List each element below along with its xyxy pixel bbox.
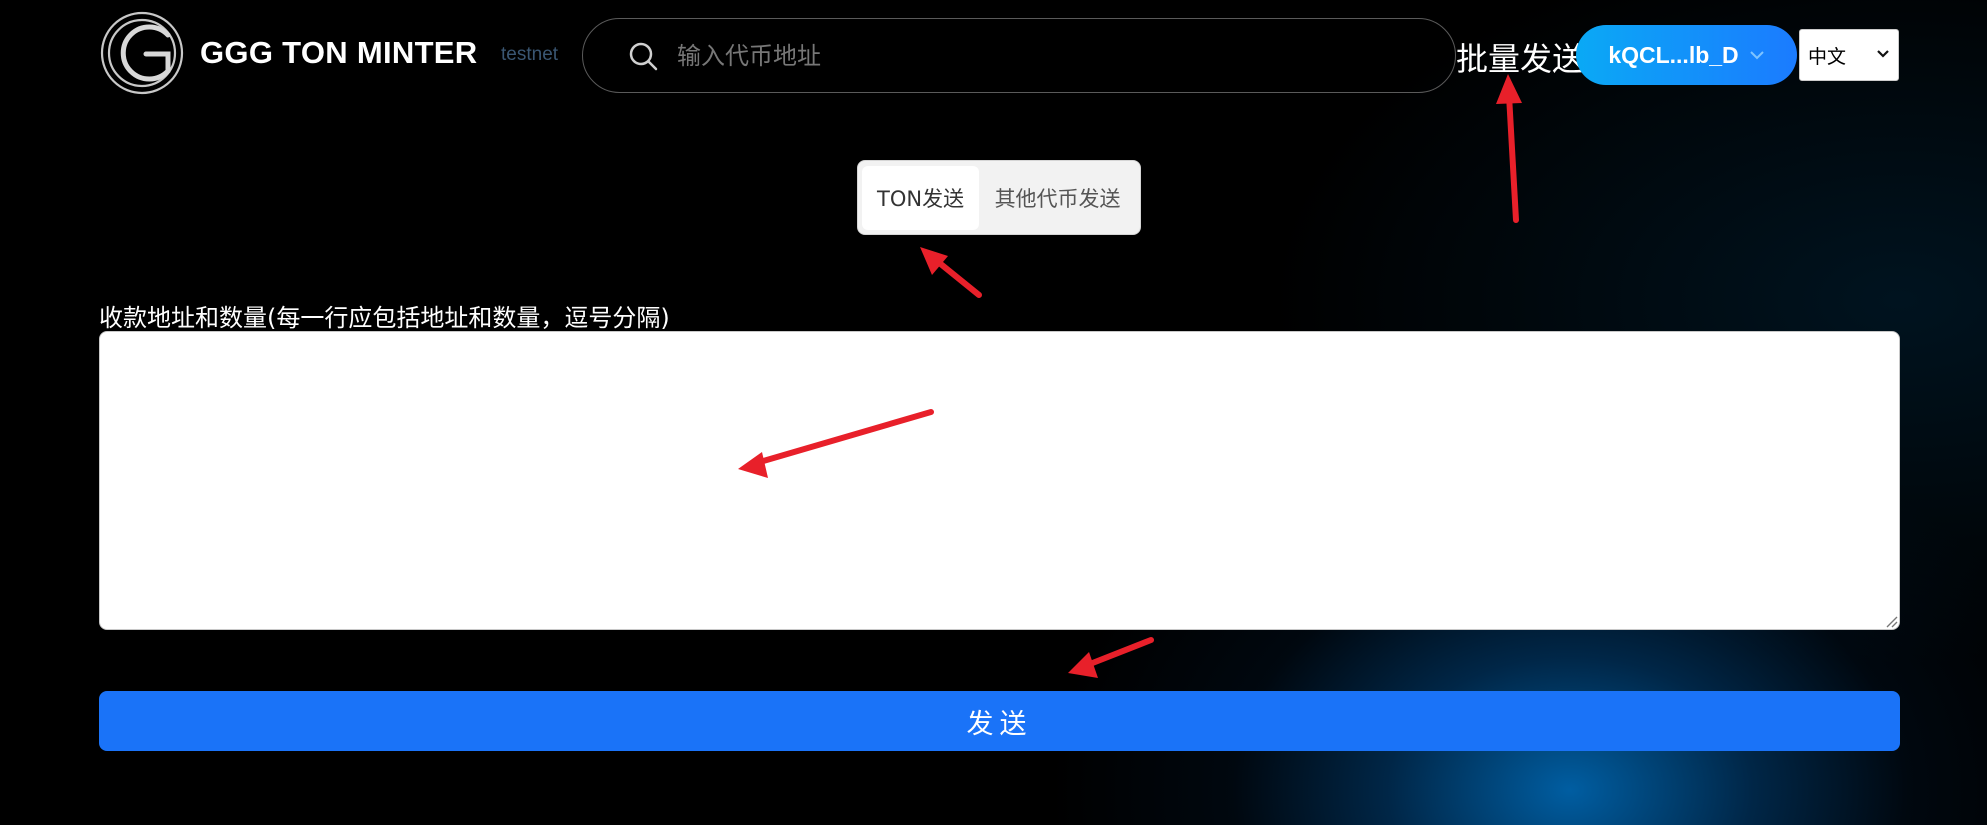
network-badge: testnet	[501, 44, 559, 65]
caret-down-icon	[1877, 50, 1889, 58]
search-icon	[629, 42, 658, 70]
recipients-textarea[interactable]	[99, 331, 1900, 630]
app-logo[interactable]: GGG TON MINTER	[98, 10, 477, 96]
search-bar[interactable]	[582, 18, 1456, 93]
tab-ton-send[interactable]: TON发送	[862, 165, 980, 230]
search-input[interactable]	[677, 30, 1455, 81]
batch-send-link[interactable]: 批量发送	[1456, 34, 1584, 80]
chevron-down-icon	[1749, 51, 1764, 60]
resize-grip-icon[interactable]	[1884, 614, 1898, 628]
send-button[interactable]: 发送	[99, 691, 1900, 751]
ggg-logo-icon	[100, 11, 184, 95]
language-selected: 中文	[1808, 45, 1847, 68]
send-type-tabs: TON发送 其他代币发送	[857, 160, 1141, 235]
language-select[interactable]: 中文	[1799, 29, 1899, 81]
logo-text: GGG TON MINTER	[200, 35, 478, 70]
tab-other-token-send[interactable]: 其他代币发送	[979, 166, 1136, 230]
recipients-label: 收款地址和数量(每一行应包括地址和数量，逗号分隔)	[99, 304, 670, 332]
wallet-button[interactable]: kQCL...lb_D	[1576, 25, 1797, 85]
wallet-address: kQCL...lb_D	[1608, 41, 1739, 68]
